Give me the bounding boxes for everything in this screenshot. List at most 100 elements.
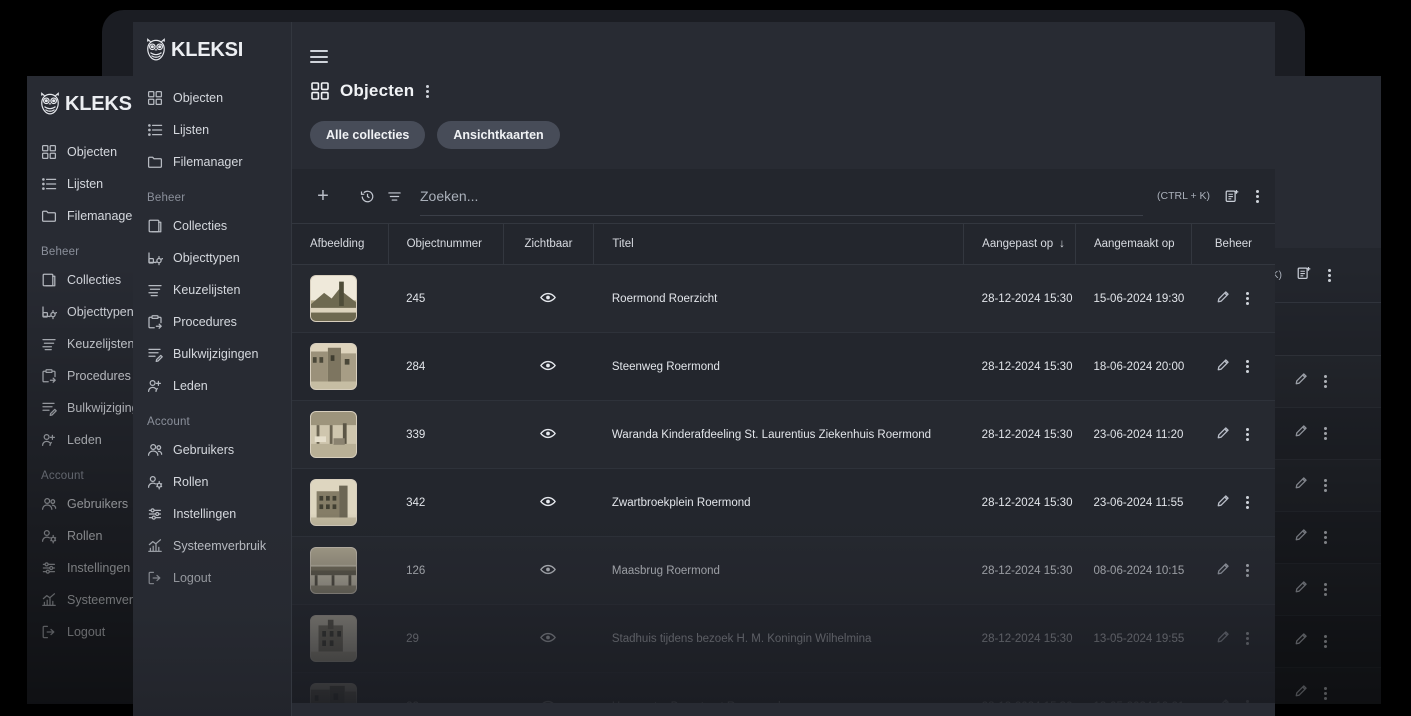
folder-icon: [41, 208, 57, 224]
document-add-icon[interactable]: [1224, 188, 1240, 204]
cell-objectnummer: 29: [388, 605, 503, 673]
sidebar-item-lijsten[interactable]: Lijsten: [133, 114, 291, 146]
pencil-icon[interactable]: [1216, 698, 1230, 703]
cell-zichtbaar[interactable]: [503, 673, 594, 704]
column-header-beheer[interactable]: Beheer: [1191, 224, 1275, 265]
pencil-icon[interactable]: [1216, 290, 1230, 307]
grid-icon: [147, 90, 163, 106]
sidebar-item-bulkwijzigingen[interactable]: Bulkwijzigingen: [133, 338, 291, 370]
column-header-afbeelding[interactable]: Afbeelding: [292, 224, 388, 265]
object-thumbnail[interactable]: [310, 615, 357, 662]
sidebar-item-instellingen[interactable]: Instellingen: [133, 498, 291, 530]
cell-zichtbaar[interactable]: [503, 605, 594, 673]
eye-icon[interactable]: [540, 430, 556, 442]
column-header-titel[interactable]: Titel: [594, 224, 964, 265]
owl-icon: [145, 38, 167, 62]
kebab-menu-icon: [1322, 477, 1329, 494]
add-button[interactable]: +: [310, 186, 336, 206]
column-header-objectnummer[interactable]: Objectnummer: [388, 224, 503, 265]
filter-chip-1[interactable]: Ansichtkaarten: [437, 121, 559, 149]
cell-aangemaakt: 13-05-2024 19:55: [1075, 605, 1191, 673]
filter-icon[interactable]: [387, 189, 402, 204]
object-thumbnail[interactable]: [310, 547, 357, 594]
kebab-menu-icon[interactable]: [1244, 426, 1251, 443]
table-row[interactable]: 126Maasbrug Roermond28-12-2024 15:3008-0…: [292, 537, 1275, 605]
sidebar-item-collecties[interactable]: Collecties: [133, 210, 291, 242]
eye-icon[interactable]: [540, 362, 556, 374]
cell-zichtbaar[interactable]: [503, 401, 594, 469]
object-thumbnail[interactable]: [310, 479, 357, 526]
cell-zichtbaar[interactable]: [503, 469, 594, 537]
cell-zichtbaar[interactable]: [503, 537, 594, 605]
cell-aangepast: 28-12-2024 15:30: [964, 469, 1076, 537]
sliders-icon: [147, 506, 163, 522]
search-input[interactable]: [420, 188, 1143, 204]
logout-icon: [147, 570, 163, 586]
sidebar-item-label: Instellingen: [67, 561, 130, 575]
sidebar-item-objecten[interactable]: Objecten: [133, 82, 291, 114]
kebab-menu-icon[interactable]: [424, 83, 431, 100]
table-row[interactable]: 245Roermond Roerzicht28-12-2024 15:3015-…: [292, 265, 1275, 333]
filter-chip-0[interactable]: Alle collecties: [310, 121, 425, 149]
column-header-aangemaakt[interactable]: Aangemaakt op: [1075, 224, 1191, 265]
sidebar-item-procedures[interactable]: Procedures: [133, 306, 291, 338]
sidebar-item-logout[interactable]: Logout: [133, 562, 291, 594]
cell-titel: Hoogwater Brugstraat Roermond: [594, 673, 964, 704]
kebab-menu-icon: [1322, 685, 1329, 702]
hamburger-icon[interactable]: [310, 50, 328, 63]
pencil-icon: [1294, 684, 1308, 703]
pencil-icon[interactable]: [1216, 562, 1230, 579]
object-thumbnail[interactable]: [310, 343, 357, 390]
cell-zichtbaar[interactable]: [503, 333, 594, 401]
cell-objectnummer: 22: [388, 673, 503, 704]
eye-icon[interactable]: [540, 702, 556, 704]
cell-titel: Waranda Kinderafdeeling St. Laurentius Z…: [594, 401, 964, 469]
search-field[interactable]: [420, 176, 1143, 216]
eye-icon[interactable]: [540, 498, 556, 510]
sidebar-item-systeemverbruik[interactable]: Systeemverbruik: [133, 530, 291, 562]
pencil-icon[interactable]: [1216, 494, 1230, 511]
table-row[interactable]: 339Waranda Kinderafdeeling St. Laurentiu…: [292, 401, 1275, 469]
kebab-menu-icon[interactable]: [1244, 358, 1251, 375]
sidebar-item-rollen[interactable]: Rollen: [133, 466, 291, 498]
eye-icon[interactable]: [540, 294, 556, 306]
column-header-aangepast[interactable]: Aangepast op↓: [964, 224, 1076, 265]
cell-zichtbaar[interactable]: [503, 265, 594, 333]
sidebar-group-label: Account: [133, 402, 291, 434]
kebab-menu-icon[interactable]: [1244, 290, 1251, 307]
table-row[interactable]: 284Steenweg Roermond28-12-2024 15:3018-0…: [292, 333, 1275, 401]
pencil-icon[interactable]: [1216, 630, 1230, 647]
sidebar-item-leden[interactable]: Leden: [133, 370, 291, 402]
sidebar-item-keuzelijsten[interactable]: Keuzelijsten: [133, 274, 291, 306]
pencil-icon: [1294, 476, 1308, 495]
sidebar-item-gebruikers[interactable]: Gebruikers: [133, 434, 291, 466]
eye-icon[interactable]: [540, 566, 556, 578]
table-row[interactable]: 342Zwartbroekplein Roermond28-12-2024 15…: [292, 469, 1275, 537]
kebab-menu-icon[interactable]: [1244, 698, 1251, 703]
table-row[interactable]: 22Hoogwater Brugstraat Roermond28-12-202…: [292, 673, 1275, 704]
sidebar-item-filemanager[interactable]: Filemanager: [133, 146, 291, 178]
kebab-menu-icon[interactable]: [1244, 562, 1251, 579]
object-thumbnail[interactable]: [310, 683, 357, 703]
app-logo[interactable]: KLEKSI: [133, 22, 291, 62]
eye-icon[interactable]: [540, 634, 556, 646]
sidebar-item-label: Rollen: [67, 529, 102, 543]
kebab-menu-icon[interactable]: [1244, 630, 1251, 647]
object-thumbnail[interactable]: [310, 411, 357, 458]
kebab-menu-icon[interactable]: [1244, 494, 1251, 511]
cell-afbeelding: [292, 605, 388, 673]
column-header-zichtbaar[interactable]: Zichtbaar: [503, 224, 594, 265]
table-row[interactable]: 29Stadhuis tijdens bezoek H. M. Koningin…: [292, 605, 1275, 673]
sidebar-item-label: Rollen: [173, 475, 208, 489]
kebab-menu-icon[interactable]: [1254, 188, 1261, 205]
bulk-edit-icon: [147, 346, 163, 362]
object-thumbnail[interactable]: [310, 275, 357, 322]
sidebar-item-label: Gebruikers: [67, 497, 128, 511]
table-toolbar: +: [292, 169, 1275, 223]
cell-titel: Steenweg Roermond: [594, 333, 964, 401]
pencil-icon[interactable]: [1216, 426, 1230, 443]
history-icon[interactable]: [360, 189, 375, 204]
sidebar-item-objecttypen[interactable]: Objecttypen: [133, 242, 291, 274]
pencil-icon[interactable]: [1216, 358, 1230, 375]
sidebar-nav: ObjectenLijstenFilemanagerBeheerCollecti…: [133, 82, 291, 594]
